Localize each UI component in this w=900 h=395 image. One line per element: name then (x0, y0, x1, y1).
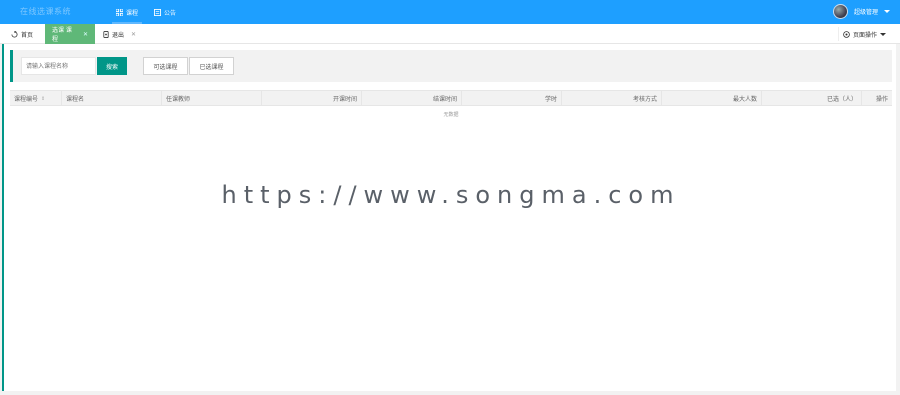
avatar[interactable] (832, 4, 848, 19)
column-header-start-time: 开课时间 (262, 91, 362, 106)
nav-item-notice[interactable]: 公告 (146, 0, 184, 24)
chevron-down-icon (884, 10, 890, 13)
column-header-actions: 操作 (862, 91, 892, 106)
tab-exit[interactable]: 退出 ✕ (96, 24, 143, 44)
search-button[interactable]: 搜索 (97, 57, 127, 75)
column-label: 结课时间 (432, 96, 457, 103)
chevron-down-icon (880, 32, 886, 36)
tab-label: 首页 (21, 31, 34, 39)
column-header-course-id[interactable]: 课程编号 ⇕ (10, 91, 62, 106)
circle-dot-icon (843, 30, 850, 38)
column-header-course-name: 课程名 (62, 91, 162, 106)
table-header: 课程编号 ⇕ 课程名 任课教师 开课时间 结课时间 学时 考核方式 最大人数 已… (10, 90, 892, 106)
watermark: https://www.songma.com (221, 181, 681, 209)
user-name: 超级管理 (853, 9, 878, 16)
user-menu[interactable]: 超级管理 (832, 4, 890, 19)
column-header-assessment: 考核方式 (562, 91, 662, 106)
exit-icon (103, 30, 109, 38)
grid-icon (116, 8, 123, 16)
tab-home[interactable]: 首页 (4, 24, 40, 44)
column-header-max-students: 最大人数 (662, 91, 762, 106)
column-label: 学时 (544, 96, 557, 103)
sort-icon[interactable]: ⇕ (41, 96, 45, 102)
main-content: 搜索 可选课程 已选课程 课程编号 ⇕ 课程名 任课教师 开课时间 结课时间 学… (2, 44, 896, 391)
top-nav: 课程 公告 (108, 0, 184, 24)
tab-course[interactable]: 选课 课程 ✕ (45, 24, 95, 44)
column-header-end-time: 结课时间 (362, 91, 462, 106)
column-label: 最大人数 (732, 96, 757, 103)
column-label: 已选（人） (826, 96, 857, 103)
column-label: 课程编号 (14, 96, 39, 103)
close-icon[interactable]: ✕ (83, 31, 88, 38)
tab-label: 选课 课程 (52, 27, 72, 43)
app-brand: 在线选课系统 (20, 7, 71, 16)
column-label: 操作 (875, 96, 888, 103)
nav-item-label: 课程 (126, 9, 139, 17)
column-header-enrolled: 已选（人） (762, 91, 862, 106)
nav-item-course[interactable]: 课程 (108, 0, 146, 24)
column-label: 考核方式 (632, 96, 657, 103)
tab-label: 退出 (112, 31, 125, 39)
page-operations-menu[interactable]: 页面操作 (837, 27, 890, 41)
search-toolbar: 搜索 可选课程 已选课程 (10, 50, 892, 82)
column-label: 开课时间 (332, 96, 357, 103)
close-icon[interactable]: ✕ (131, 31, 136, 38)
search-input[interactable] (21, 57, 96, 75)
tab-bar: 首页 选课 课程 ✕ 退出 ✕ 页面操作 (0, 24, 900, 44)
selected-courses-button[interactable]: 已选课程 (189, 57, 234, 75)
notice-icon (154, 8, 162, 16)
selectable-courses-button[interactable]: 可选课程 (143, 57, 188, 75)
top-header: 在线选课系统 课程 公告 超级管理 (0, 0, 900, 24)
home-icon (11, 30, 18, 37)
column-header-hours: 学时 (462, 91, 562, 106)
page-ops-label: 页面操作 (852, 31, 877, 39)
column-label: 任课教师 (166, 96, 191, 103)
column-header-teacher: 任课教师 (162, 91, 262, 106)
nav-item-label: 公告 (164, 9, 177, 17)
table-empty-message: 无数据 (443, 112, 459, 118)
column-label: 课程名 (66, 96, 85, 103)
